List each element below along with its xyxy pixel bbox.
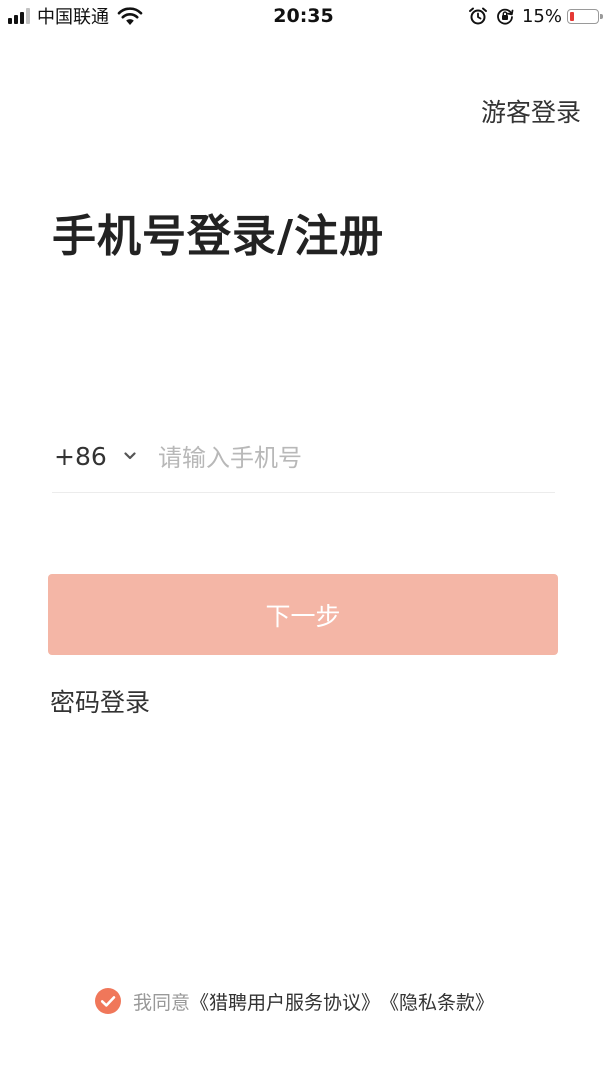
battery-level — [570, 11, 574, 21]
status-right: 15% — [468, 3, 603, 29]
country-code-selector[interactable]: +86 — [54, 442, 107, 471]
guest-login-link[interactable]: 游客登录 — [481, 93, 581, 129]
battery-icon — [567, 8, 603, 24]
service-agreement-link[interactable]: 《猎聘用户服务协议》 — [190, 988, 380, 1015]
privacy-policy-link[interactable]: 《隐私条款》 — [380, 988, 494, 1015]
login-screen: 中国联通 20:35 15% 游客登录 手机号登录/注册 +86 请输入手机号 … — [0, 0, 607, 1080]
status-bar: 中国联通 20:35 15% — [0, 0, 607, 34]
alarm-icon — [468, 7, 487, 25]
agreement-row: 我同意 《猎聘用户服务协议》 《隐私条款》 — [95, 987, 494, 1015]
rotation-lock-icon — [497, 8, 514, 25]
battery-percent: 15% — [521, 5, 562, 27]
phone-input-row: +86 — [52, 428, 555, 493]
password-login-link[interactable]: 密码登录 — [50, 683, 150, 719]
next-step-button[interactable]: 下一步 — [48, 574, 558, 655]
phone-number-input[interactable] — [158, 434, 548, 482]
checkmark-circle-icon[interactable] — [95, 988, 121, 1014]
chevron-down-icon[interactable] — [122, 448, 138, 464]
agreement-prefix: 我同意 — [133, 991, 191, 1014]
page-title: 手机号登录/注册 — [52, 211, 385, 262]
